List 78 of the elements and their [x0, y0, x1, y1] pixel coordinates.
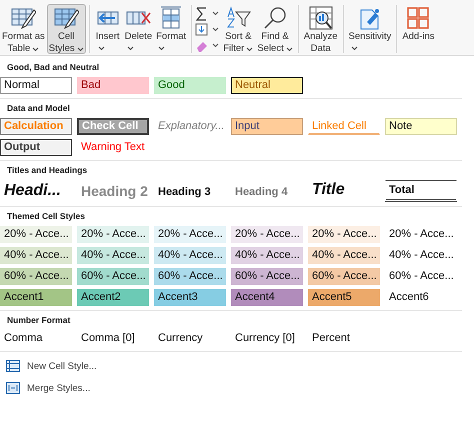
style-cell[interactable]: 60% - Acce...: [0, 268, 72, 285]
style-cell[interactable]: Accent1: [0, 289, 72, 306]
style-cell[interactable]: Warning Text: [77, 139, 149, 156]
style-cell[interactable]: 20% - Acce...: [0, 226, 72, 243]
merge-styles-icon: [6, 382, 20, 394]
style-cell[interactable]: Currency [0]: [231, 330, 303, 347]
caret-icon: [286, 46, 293, 52]
style-cell[interactable]: 40% - Acce...: [231, 247, 303, 264]
caret-icon: [98, 46, 105, 50]
style-cell[interactable]: Percent: [308, 330, 380, 347]
style-cell[interactable]: Comma [0]: [77, 330, 149, 347]
ribbon-button[interactable]: Format: [154, 4, 188, 54]
total-style[interactable]: Total: [385, 180, 457, 202]
style-cell[interactable]: 20% - Acce...: [154, 226, 226, 243]
search-icon: [262, 6, 288, 30]
ribbon-button[interactable]: Cell Styles: [46, 4, 86, 54]
section-title: Good, Bad and Neutral: [6, 61, 100, 73]
style-cell[interactable]: Neutral: [231, 77, 303, 94]
caret-icon: [246, 46, 254, 52]
style-cell[interactable]: Accent2: [77, 289, 149, 306]
style-cell[interactable]: 60% - Acce...: [385, 268, 457, 285]
section-title: Data and Model: [6, 102, 71, 114]
section-title: Number Format: [6, 314, 72, 326]
section-title: Themed Cell Styles: [6, 210, 86, 222]
sort-filter-icon: [225, 6, 252, 30]
add-ins-icon: [405, 6, 432, 30]
ribbon-button[interactable]: Add-ins: [400, 4, 437, 54]
section-title: Titles and Headings: [6, 164, 88, 176]
heading-style[interactable]: Heading 3: [154, 180, 226, 202]
style-cell[interactable]: 40% - Acce...: [308, 247, 380, 264]
style-cell[interactable]: 60% - Acce...: [231, 268, 303, 285]
ribbon-button[interactable]: Sensitivity: [346, 4, 394, 54]
style-cell[interactable]: Accent5: [308, 289, 380, 306]
style-cell[interactable]: 20% - Acce...: [77, 226, 149, 243]
style-cell[interactable]: Output: [0, 139, 72, 156]
fill-icon[interactable]: [195, 23, 222, 37]
style-cell[interactable]: Note: [385, 118, 457, 135]
style-cell[interactable]: Explanatory...: [154, 118, 226, 135]
ribbon-button[interactable]: Delete: [122, 4, 154, 54]
ribbon-button[interactable]: Insert: [92, 4, 123, 54]
ribbon-button[interactable]: Find & Select: [255, 4, 295, 54]
style-cell[interactable]: Currency: [154, 330, 226, 347]
style-cell[interactable]: Normal: [0, 77, 72, 94]
heading-style[interactable]: Heading 4: [231, 180, 303, 202]
style-cell[interactable]: Input: [231, 118, 303, 135]
caret-icon: [158, 46, 166, 50]
style-cell[interactable]: 40% - Acce...: [154, 247, 226, 264]
caret-icon: [76, 46, 84, 52]
style-cell[interactable]: 20% - Acce...: [385, 226, 457, 243]
style-cell[interactable]: Accent4: [231, 289, 303, 306]
style-cell[interactable]: 60% - Acce...: [308, 268, 380, 285]
ribbon-button[interactable]: Format as Table: [0, 4, 47, 54]
autosum-icon[interactable]: [195, 7, 222, 21]
style-cell[interactable]: 40% - Acce...: [77, 247, 149, 264]
style-cell[interactable]: Accent3: [154, 289, 226, 306]
style-cell[interactable]: Accent6: [385, 289, 457, 306]
heading-style[interactable]: Headi...: [0, 180, 72, 202]
style-cell[interactable]: Comma: [0, 330, 72, 347]
style-cell[interactable]: 20% - Acce...: [308, 226, 380, 243]
caret-icon: [32, 46, 40, 52]
ribbon-button[interactable]: Sort & Filter: [221, 4, 256, 54]
caret-icon: [350, 46, 358, 50]
style-cell[interactable]: 40% - Acce...: [0, 247, 72, 264]
new-style-icon: [6, 360, 20, 372]
title-style[interactable]: Title: [308, 180, 380, 202]
menu-item[interactable]: New Cell Style...: [0, 355, 474, 377]
style-cell[interactable]: 60% - Acce...: [154, 268, 226, 285]
style-cell[interactable]: 40% - Acce...: [385, 247, 457, 264]
style-cell[interactable]: Bad: [77, 77, 149, 94]
style-cell[interactable]: 20% - Acce...: [231, 226, 303, 243]
menu-item[interactable]: Merge Styles...: [0, 377, 474, 399]
style-cell[interactable]: Good: [154, 77, 226, 94]
table-brush-icon: [10, 6, 36, 30]
table-brush-icon: [53, 6, 80, 30]
caret-icon: [126, 46, 134, 50]
ribbon-button[interactable]: Analyze Data: [302, 4, 340, 54]
style-cell[interactable]: 60% - Acce...: [77, 268, 149, 285]
analyze-data-icon: [308, 6, 334, 30]
